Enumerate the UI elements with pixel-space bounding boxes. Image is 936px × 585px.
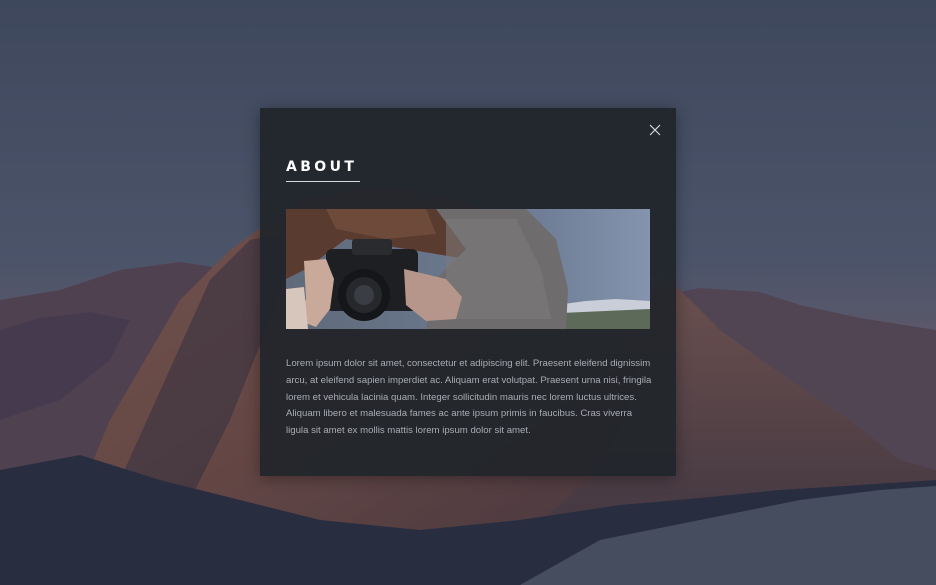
page-background: ABOUT Lorem ipsum dolor sit amet, consec… [0, 0, 936, 585]
about-body-text: Lorem ipsum dolor sit amet, consectetur … [286, 358, 652, 437]
photographer-photo [286, 209, 650, 329]
close-button[interactable] [646, 121, 664, 139]
title-underline [286, 181, 360, 182]
about-modal: ABOUT Lorem ipsum dolor sit amet, consec… [260, 108, 676, 476]
modal-title: ABOUT [286, 159, 358, 175]
close-icon [649, 124, 661, 136]
